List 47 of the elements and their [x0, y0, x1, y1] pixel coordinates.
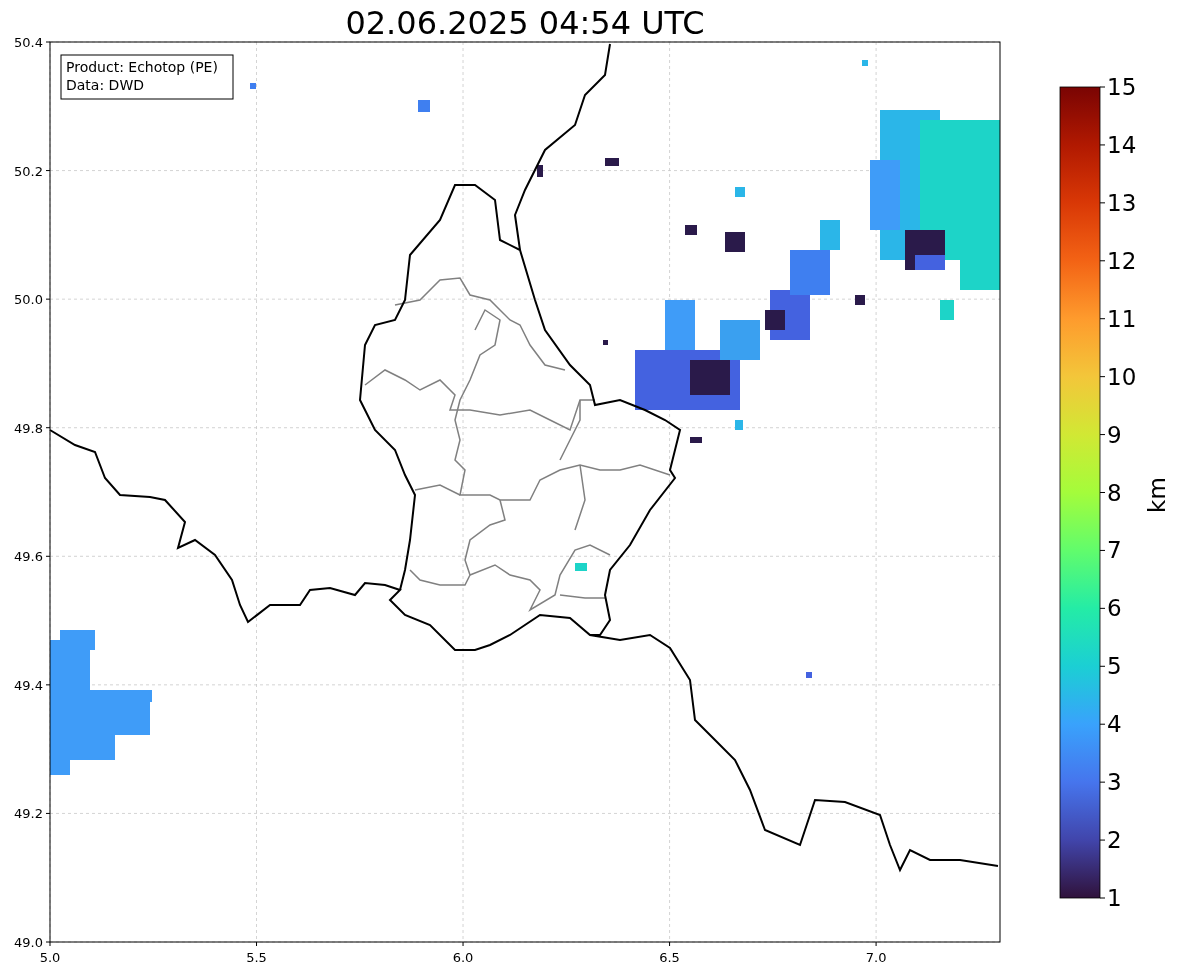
- colorbar-tick-label: 4: [1107, 711, 1122, 738]
- radar-echo: [250, 83, 256, 89]
- y-tick-label: 49.0: [14, 935, 43, 950]
- colorbar-tick-label: 7: [1107, 537, 1122, 564]
- colorbar-tick-label: 13: [1107, 189, 1137, 216]
- radar-echo: [537, 165, 543, 177]
- y-tick-label: 49.4: [14, 677, 43, 693]
- y-tick-label: 50.2: [14, 163, 43, 179]
- radar-echo: [575, 563, 587, 571]
- chart-title: 02.06.2025 04:54 UTC: [345, 4, 705, 42]
- radar-echo: [603, 340, 608, 345]
- y-tick-label: 49.6: [14, 549, 43, 565]
- y-tick-label: 50.4: [14, 35, 43, 50]
- colorbar-tick-label: 14: [1107, 131, 1137, 158]
- y-tick-label: 49.8: [14, 420, 43, 436]
- radar-echo: [940, 300, 954, 320]
- y-tick-label: 49.2: [14, 806, 43, 822]
- colorbar-label: km: [1144, 477, 1170, 513]
- colorbar-tick-label: 5: [1107, 653, 1122, 680]
- radar-echo: [690, 437, 702, 443]
- colorbar-tick-label: 1: [1107, 885, 1122, 911]
- radar-echo: [855, 295, 865, 305]
- colorbar-tick-label: 15: [1107, 74, 1137, 100]
- radar-echo: [605, 158, 619, 166]
- radar-echo: [735, 420, 743, 430]
- legend-text: Data: DWD: [66, 77, 144, 93]
- colorbar-tick-label: 9: [1107, 421, 1122, 448]
- radar-echo: [418, 100, 430, 112]
- radar-echo: [862, 60, 868, 66]
- radar-echo: [685, 225, 697, 235]
- colorbar-tick-label: 12: [1107, 247, 1137, 274]
- y-tick-label: 50.0: [14, 292, 43, 308]
- colorbar-tick-label: 8: [1107, 479, 1122, 506]
- x-tick-label: 5.0: [39, 950, 61, 965]
- colorbar-tick-label: 2: [1107, 827, 1122, 854]
- radar-echo: [806, 672, 812, 678]
- colorbar-tick-label: 10: [1107, 363, 1137, 390]
- legend-text: Product: Echotop (PE): [66, 59, 218, 75]
- radar-echo: [725, 232, 745, 252]
- x-tick-label: 7.0: [865, 950, 887, 965]
- colorbar-tick-label: 3: [1107, 769, 1122, 796]
- radar-echo: [735, 187, 745, 197]
- colorbar-tick-label: 6: [1107, 595, 1122, 622]
- x-tick-label: 5.5: [246, 950, 267, 965]
- colorbar-tick-label: 11: [1107, 305, 1137, 332]
- x-tick-label: 6.5: [659, 950, 680, 965]
- x-tick-label: 6.0: [452, 950, 474, 965]
